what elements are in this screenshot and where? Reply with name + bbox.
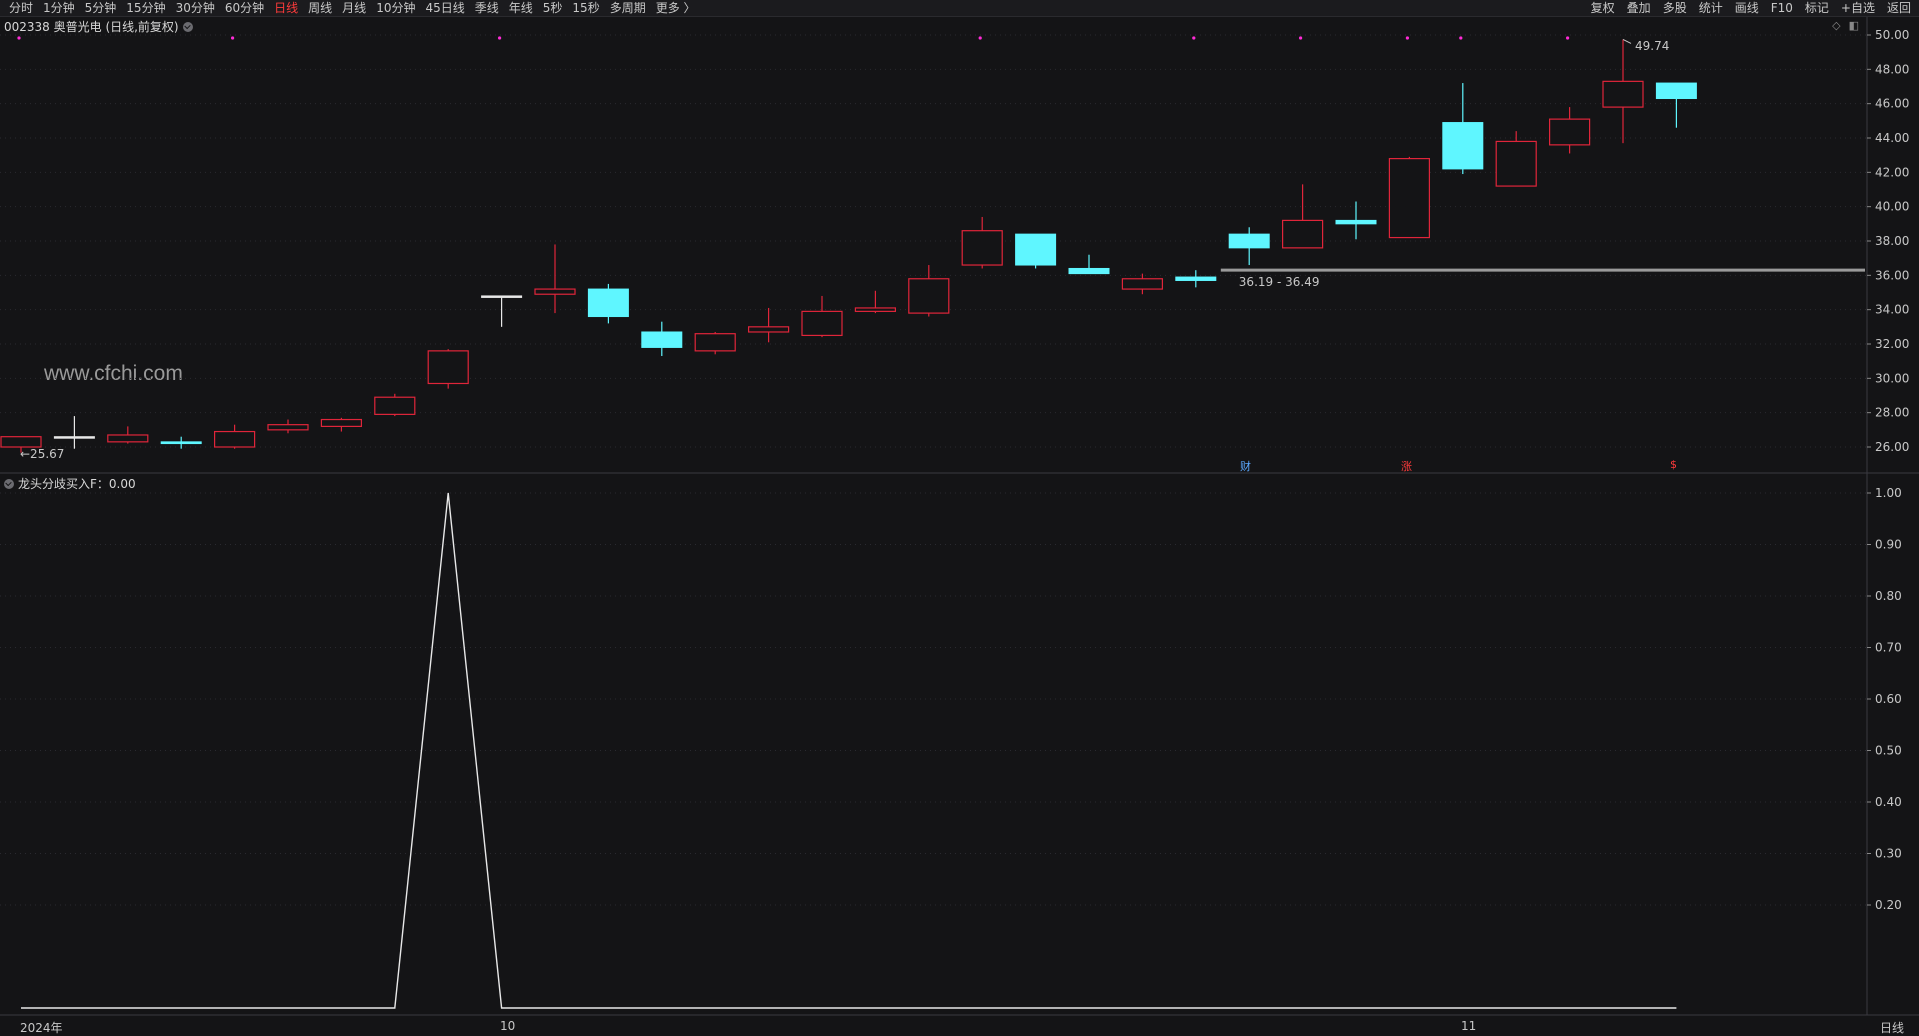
candle-body-up bbox=[1388, 158, 1431, 239]
candle-body-down bbox=[1015, 233, 1057, 266]
indicator-y-tick-label: 1.00 bbox=[1875, 486, 1902, 500]
candle-body-flat bbox=[53, 436, 95, 439]
main-y-tick-label: 44.00 bbox=[1875, 131, 1909, 145]
candle-body-up bbox=[107, 434, 149, 443]
range-label: 36.19 - 36.49 bbox=[1239, 275, 1320, 289]
candle-body-up bbox=[1495, 140, 1537, 187]
x-label-year: 2024年 bbox=[20, 1021, 63, 1035]
main-y-tick-label: 28.00 bbox=[1875, 406, 1909, 420]
candle-body-down bbox=[160, 441, 202, 445]
candle-body-up bbox=[747, 326, 790, 333]
candle-body-up bbox=[427, 350, 469, 385]
candle-body-up bbox=[908, 278, 950, 314]
candle-body-up bbox=[1121, 278, 1164, 290]
x-label-oct: 10 bbox=[500, 1019, 516, 1033]
signal-dot bbox=[498, 36, 502, 40]
indicator-y-tick-label: 0.40 bbox=[1875, 795, 1902, 809]
indicator-y-tick-label: 0.70 bbox=[1875, 641, 1902, 655]
chart-canvas[interactable]: 50.00 48.00 46.00 44.00 42.00 40.00 38.00 36.00… bbox=[0, 0, 1919, 1035]
badge-finance[interactable]: 财 bbox=[1240, 458, 1251, 474]
candle-body-down bbox=[1442, 122, 1484, 170]
x-label-nov: 11 bbox=[1461, 1019, 1477, 1033]
signal-dot bbox=[231, 36, 235, 40]
indicator-y-tick-label: 0.20 bbox=[1875, 898, 1902, 912]
indicator-y-tick-label: 0.50 bbox=[1875, 744, 1902, 758]
main-y-tick-label: 48.00 bbox=[1875, 62, 1909, 76]
main-y-tick-label: 30.00 bbox=[1875, 371, 1909, 385]
main-y-tick-label: 36.00 bbox=[1875, 268, 1909, 282]
main-y-tick-label: 50.00 bbox=[1875, 28, 1909, 42]
badge-dollar[interactable]: $ bbox=[1670, 458, 1677, 471]
candle-body-down bbox=[1228, 233, 1270, 249]
candle-body-down bbox=[587, 288, 629, 318]
main-y-tick-label: 40.00 bbox=[1875, 200, 1909, 214]
candle-body-up bbox=[694, 333, 736, 352]
main-y-tick-label: 26.00 bbox=[1875, 440, 1909, 454]
main-y-tick-label: 32.00 bbox=[1875, 337, 1909, 351]
x-period-label: 日线 bbox=[1880, 1021, 1905, 1035]
candle-body-up bbox=[534, 288, 576, 295]
candle-body-up bbox=[961, 230, 1003, 266]
signal-dot bbox=[1459, 36, 1463, 40]
low-price-label: ←25.67 bbox=[20, 447, 64, 461]
signal-dot bbox=[17, 36, 21, 40]
signal-dot bbox=[1192, 36, 1196, 40]
high-price-label: 49.74 bbox=[1635, 39, 1669, 53]
candle-body-up bbox=[267, 424, 309, 431]
main-y-tick-label: 42.00 bbox=[1875, 165, 1909, 179]
candle-body-up bbox=[0, 436, 42, 448]
indicator-line bbox=[21, 492, 1677, 1009]
candle-body-up bbox=[1281, 219, 1324, 249]
indicator-y-tick-label: 0.80 bbox=[1875, 589, 1902, 603]
candle-body-up bbox=[320, 418, 362, 427]
candle-body-up bbox=[1602, 80, 1644, 108]
candle-body-down bbox=[1175, 276, 1217, 281]
badge-limit-up[interactable]: 涨 bbox=[1401, 458, 1412, 474]
signal-dot bbox=[1566, 36, 1570, 40]
indicator-y-tick-label: 0.60 bbox=[1875, 692, 1902, 706]
candle-body-down bbox=[641, 331, 683, 348]
candle-body-up bbox=[801, 310, 843, 337]
high-price-pointer bbox=[1622, 39, 1632, 44]
candle-body-flat bbox=[481, 295, 523, 298]
indicator-y-tick-label: 0.90 bbox=[1875, 538, 1902, 552]
main-y-tick-label: 46.00 bbox=[1875, 97, 1909, 111]
candle-body-up bbox=[214, 430, 256, 448]
candle-body-up bbox=[374, 396, 416, 415]
candle-body-down bbox=[1335, 219, 1377, 225]
candle-body-down bbox=[1068, 267, 1110, 275]
candle-body-up bbox=[854, 307, 897, 312]
indicator-y-tick-label: 0.30 bbox=[1875, 847, 1902, 861]
signal-dot bbox=[1299, 36, 1303, 40]
main-y-tick-label: 34.00 bbox=[1875, 303, 1909, 317]
candle-body-up bbox=[1548, 118, 1591, 146]
signal-dot bbox=[1405, 36, 1409, 40]
main-y-tick-label: 38.00 bbox=[1875, 234, 1909, 248]
candle-body-down bbox=[1655, 82, 1697, 100]
signal-dot bbox=[978, 36, 982, 40]
